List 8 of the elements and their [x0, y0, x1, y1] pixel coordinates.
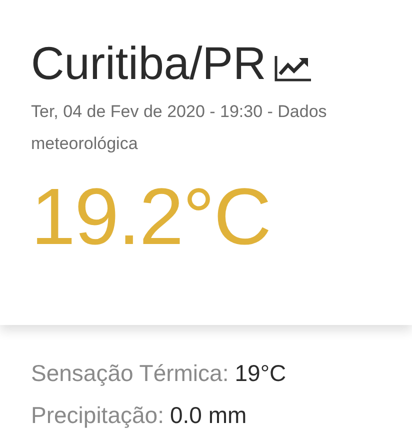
detail-value: 0.0 mm	[170, 401, 247, 430]
detail-label: Precipitação:	[31, 401, 164, 430]
temperature-reading: 19.2°C	[31, 172, 272, 262]
date-subtitle: Ter, 04 de Fev de 2020 - 19:30 - Dados meteorológica	[31, 101, 328, 155]
trending-chart-icon	[274, 54, 312, 82]
detail-label: Sensação Térmica:	[31, 359, 229, 388]
detail-value: 19°C	[234, 359, 286, 388]
city-title: Curitiba/PR	[31, 36, 266, 90]
